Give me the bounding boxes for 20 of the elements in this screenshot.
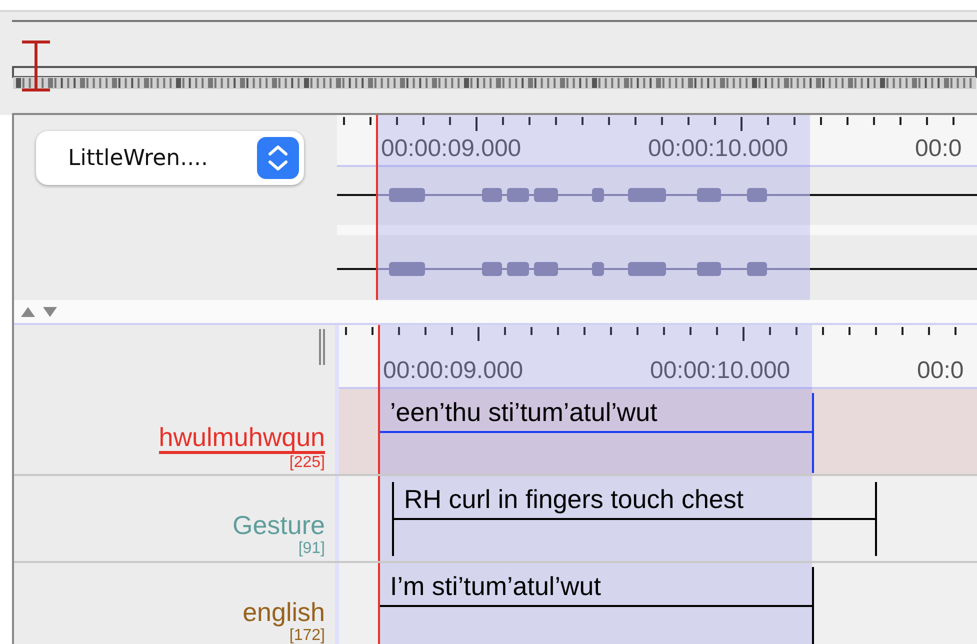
media-dropdown[interactable]: LittleWren.... [36,131,304,185]
time-label: 00:00:09.000 [381,135,522,163]
splitter-handle-icon [318,329,326,365]
annotation-count: [225] [289,454,325,471]
down-arrow-icon [42,306,58,318]
stepper-icon [257,137,299,179]
annotation-text[interactable]: RH curl in fingers touch chest [404,484,744,515]
time-label: 00:00:09.000 [383,357,524,385]
annotation-text[interactable]: ’een’thu sti’tum’atul’wut [390,397,658,428]
tier-name[interactable]: hwulmuhwqun [158,423,325,454]
annotation-count: [172] [289,627,325,644]
time-label: 00:0 [917,357,964,385]
time-label: 00:0 [915,135,962,163]
tier-name[interactable]: english [242,597,325,627]
cursor-icon [20,40,52,92]
annotation-count: [91] [298,540,325,557]
up-arrow-icon [20,306,36,318]
annotation-text[interactable]: I’m sti’tum’atul’wut [390,571,601,602]
time-label: 00:00:10.000 [648,135,788,163]
time-label: 00:00:10.000 [650,357,790,385]
